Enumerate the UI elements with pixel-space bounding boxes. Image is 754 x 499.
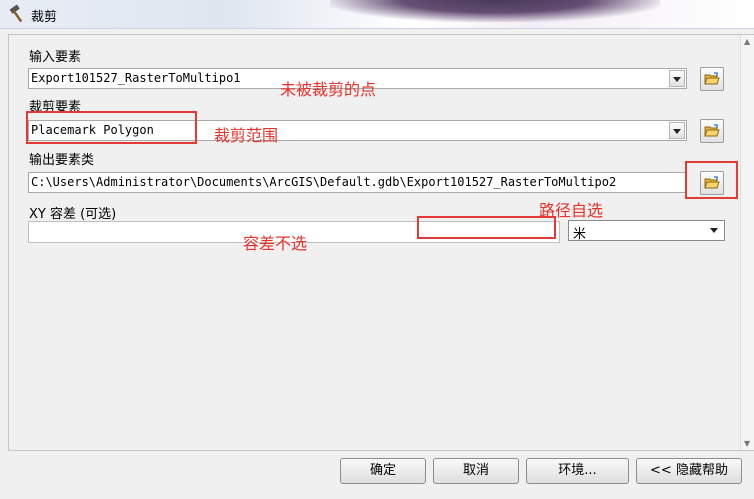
input-features-label: 输入要素 — [29, 50, 82, 65]
hide-help-button[interactable]: << 隐藏帮助 — [636, 458, 742, 484]
output-feature-class-value: C:\Users\Administrator\Documents\ArcGIS\… — [31, 175, 617, 189]
window-title: 裁剪 — [31, 10, 58, 25]
vertical-scrollbar[interactable]: ▲ ▼ — [740, 35, 754, 450]
scroll-up-icon[interactable]: ▲ — [744, 37, 750, 46]
xy-tolerance-label: XY 容差 (可选) — [29, 207, 117, 222]
chevron-down-icon[interactable] — [710, 228, 718, 233]
input-browse-button[interactable] — [700, 67, 724, 91]
clip-note-annotation: 裁剪范围 — [214, 126, 279, 145]
input-note-annotation: 未被裁剪的点 — [280, 80, 377, 99]
clip-browse-button[interactable] — [700, 119, 724, 143]
chevron-down-icon[interactable] — [669, 122, 685, 139]
cancel-button[interactable]: 取消 — [433, 458, 519, 484]
input-features-value: Export101527_RasterToMultipo1 — [31, 71, 241, 85]
chevron-down-icon[interactable] — [669, 70, 685, 87]
title-bar: 裁剪 — [0, 0, 754, 29]
hammer-icon — [8, 4, 28, 24]
open-folder-icon — [704, 124, 720, 137]
clip-highlight-box — [26, 111, 197, 144]
xy-tolerance-unit-value: 米 — [573, 227, 587, 242]
output-feature-class-label: 输出要素类 — [29, 153, 95, 168]
open-folder-icon — [704, 72, 720, 85]
xy-note-annotation: 容差不选 — [243, 234, 308, 253]
environments-button[interactable]: 环境... — [526, 458, 629, 484]
output-browse-highlight-box — [685, 161, 738, 199]
ok-button[interactable]: 确定 — [340, 458, 426, 484]
xy-highlight-box — [417, 216, 556, 239]
xy-tolerance-unit-select[interactable]: 米 — [568, 220, 725, 242]
scroll-down-icon[interactable]: ▼ — [744, 439, 750, 448]
output-feature-class-field[interactable]: C:\Users\Administrator\Documents\ArcGIS\… — [28, 172, 687, 193]
title-bar-decoration — [330, 0, 660, 22]
